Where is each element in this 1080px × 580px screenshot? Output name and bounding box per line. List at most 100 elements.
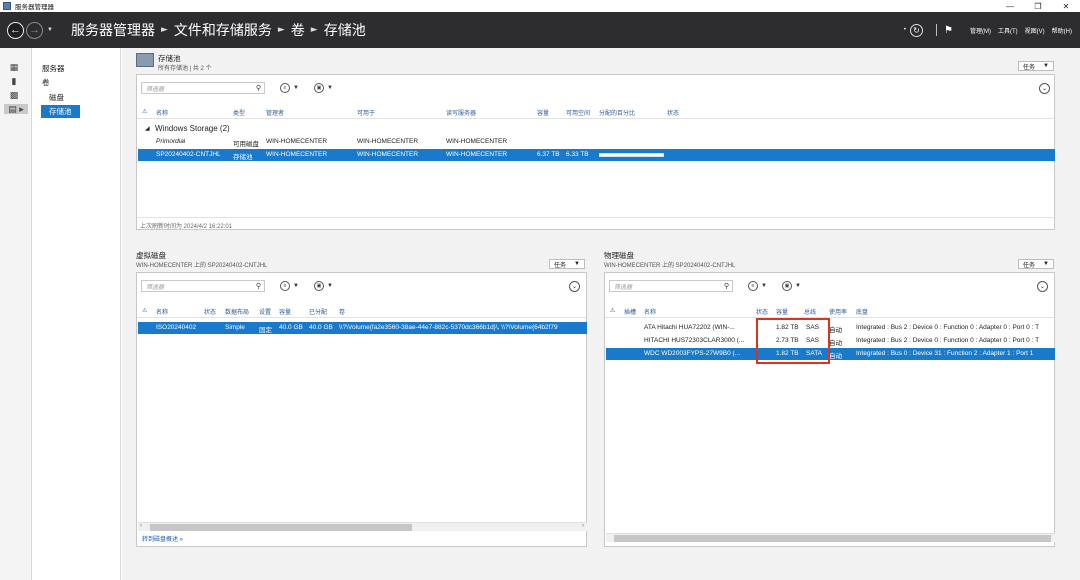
save-query-button[interactable]: ▣ ▼ (314, 83, 333, 93)
chevron-down-icon: ▼ (1043, 63, 1049, 69)
search-icon[interactable]: ⚲ (724, 282, 729, 290)
scrollbar-thumb[interactable] (150, 524, 412, 531)
pool-type-cell: 可用磁盘 (233, 141, 259, 148)
virtual-disks-filter-input[interactable]: 筛选器 ⚲ (141, 280, 265, 292)
all-servers-icon[interactable]: ▩ (9, 90, 19, 100)
pool-managed-by-cell: WIN-HOMECENTER (266, 151, 328, 158)
breadcrumb-item-server-manager[interactable]: 服务器管理器 (71, 20, 155, 40)
nav-item-volumes[interactable]: 卷 (42, 77, 50, 88)
column-header-slot[interactable]: 插槽 (624, 307, 636, 316)
history-dropdown-icon[interactable]: ▼ (47, 27, 53, 33)
group-header-windows-storage[interactable]: Windows Storage (2) (155, 124, 230, 133)
column-header-layout[interactable]: 数据布局 (225, 307, 249, 316)
virtual-disks-panel: 筛选器 ⚲ ≡ ▼ ▣ ▼ ⌄ ⚠ 名称 状态 数据布局 设置 容量 已分配 卷 I… (136, 272, 587, 547)
pool-name-cell[interactable]: Primordial (156, 138, 185, 145)
column-header-name[interactable]: 名称 (644, 307, 656, 316)
list-options-button[interactable]: ≡ ▼ (280, 281, 299, 291)
search-icon[interactable]: ⚲ (256, 282, 261, 290)
vdisk-name-cell[interactable]: ISO20240402 (156, 324, 196, 331)
breadcrumb-item-volumes[interactable]: 卷 (291, 20, 305, 40)
column-header-volume[interactable]: 卷 (339, 307, 345, 316)
physical-disks-tasks-button[interactable]: 任务 ▼ (1018, 259, 1054, 269)
horizontal-scrollbar[interactable] (606, 533, 1055, 542)
virtual-disks-tasks-button[interactable]: 任务 ▼ (549, 259, 585, 269)
menu-tools[interactable]: 工具(T) (998, 26, 1018, 35)
list-options-button[interactable]: ≡ ▼ (280, 83, 299, 93)
column-header-capacity[interactable]: 容量 (537, 108, 549, 117)
file-storage-icon[interactable]: ▤ ▸ (4, 104, 28, 114)
storage-pools-tasks-button[interactable]: 任务 ▼ (1018, 61, 1054, 71)
column-header-name[interactable]: 名称 (156, 108, 168, 117)
local-server-icon[interactable]: ▮ (9, 76, 19, 86)
save-query-button[interactable]: ▣ ▼ (314, 281, 333, 291)
pdisk-chassis-cell: Integrated : Bus 2 : Device 0 : Function… (856, 324, 1040, 331)
refresh-dropdown-icon[interactable]: • (904, 27, 906, 33)
pool-available-to-cell: WIN-HOMECENTER (357, 138, 419, 145)
column-header-capacity[interactable]: 容量 (279, 307, 291, 316)
list-options-button[interactable]: ≡ ▼ (748, 281, 767, 291)
list-icon: ≡ (748, 281, 758, 291)
column-header-type[interactable]: 类型 (233, 108, 245, 117)
horizontal-scrollbar[interactable]: ‹ › (138, 522, 587, 531)
column-header-capacity[interactable]: 容量 (776, 307, 788, 316)
pdisk-name-cell[interactable]: WDC WD2003FYPS-27W9B0 (... (644, 350, 752, 357)
filter-placeholder: 筛选器 (146, 86, 165, 93)
go-to-disks-overview-link[interactable]: 转到磁盘概述 » (142, 534, 183, 543)
close-button[interactable]: ✕ (1052, 0, 1080, 12)
tasks-label: 任务 (1023, 64, 1036, 71)
pdisk-usage-cell: 自动 (829, 353, 842, 360)
expand-collapse-icon[interactable]: ⌄ (569, 281, 580, 292)
nav-item-storage-pools[interactable]: 存储池 (41, 105, 80, 118)
separator (936, 24, 938, 36)
dashboard-icon[interactable]: ▦ (9, 62, 19, 72)
pdisk-name-cell[interactable]: ATA Hitachi HUA72202 (WIN-... (644, 324, 752, 331)
scroll-right-icon[interactable]: › (582, 523, 584, 529)
scroll-left-icon[interactable]: ‹ (140, 523, 142, 529)
menu-manage[interactable]: 管理(M) (970, 26, 991, 35)
warning-column-icon: ⚠ (142, 308, 148, 314)
vdisk-layout-cell: Simple (225, 324, 245, 331)
column-header-status[interactable]: 状态 (204, 307, 216, 316)
pdisk-usage-cell: 自动 (829, 327, 842, 334)
group-collapse-icon[interactable]: ◢ (145, 125, 150, 132)
column-header-name[interactable]: 名称 (156, 307, 168, 316)
forward-button[interactable]: → (26, 21, 43, 39)
maximize-button[interactable]: ❐ (1024, 0, 1052, 12)
column-header-status[interactable]: 状态 (667, 108, 679, 117)
chevron-down-icon: ▼ (327, 85, 333, 91)
menu-view[interactable]: 视图(V) (1025, 26, 1045, 35)
physical-disks-panel: 筛选器 ⚲ ≡ ▼ ▣ ▼ ⌄ ⚠ 插槽 名称 状态 容量 总线 使用率 底盘 AT… (604, 272, 1055, 547)
nav-item-servers[interactable]: 服务器 (42, 63, 65, 74)
back-button[interactable]: ← (7, 21, 24, 39)
expand-collapse-icon[interactable]: ⌄ (1039, 83, 1050, 94)
search-icon[interactable]: ⚲ (256, 84, 261, 92)
pool-type-cell: 存储池 (233, 154, 253, 161)
nav-item-disks[interactable]: 磁盘 (49, 92, 64, 103)
column-header-bus[interactable]: 总线 (804, 307, 816, 316)
notifications-flag-icon[interactable]: ⚑ (944, 25, 953, 36)
pdisk-name-cell[interactable]: HITACHI HUS72303CLAR3000 (... (644, 337, 752, 344)
physical-disks-filter-input[interactable]: 筛选器 ⚲ (609, 280, 733, 292)
scrollbar-thumb[interactable] (614, 535, 1051, 542)
storage-pools-filter-input[interactable]: 筛选器 ⚲ (141, 82, 265, 94)
save-query-button[interactable]: ▣ ▼ (782, 281, 801, 291)
column-header-usage[interactable]: 使用率 (829, 307, 847, 316)
pool-name-cell[interactable]: SP20240402-CNTJHL (156, 151, 221, 158)
column-header-rw-server[interactable]: 读写服务器 (446, 108, 476, 117)
chevron-down-icon: ▼ (574, 261, 580, 267)
breadcrumb-item-storage-pools: 存储池 (323, 23, 366, 39)
column-header-status[interactable]: 状态 (756, 307, 768, 316)
column-header-chassis[interactable]: 底盘 (856, 307, 868, 316)
column-header-free-space[interactable]: 可用空间 (566, 108, 590, 117)
refresh-icon[interactable]: ↻ (910, 23, 924, 37)
chevron-down-icon: ▼ (293, 85, 299, 91)
column-header-provisioning[interactable]: 设置 (259, 307, 271, 316)
minimize-button[interactable]: — (996, 0, 1024, 12)
column-header-allocated[interactable]: 已分配 (309, 307, 327, 316)
column-header-available-to[interactable]: 可用于 (357, 108, 375, 117)
menu-help[interactable]: 帮助(H) (1052, 26, 1072, 35)
breadcrumb-item-file-storage[interactable]: 文件和存储服务 (174, 20, 272, 40)
column-header-percent-allocated[interactable]: 分配的百分比 (599, 108, 635, 117)
column-header-managed-by[interactable]: 管理者 (266, 108, 284, 117)
expand-collapse-icon[interactable]: ⌄ (1037, 281, 1048, 292)
